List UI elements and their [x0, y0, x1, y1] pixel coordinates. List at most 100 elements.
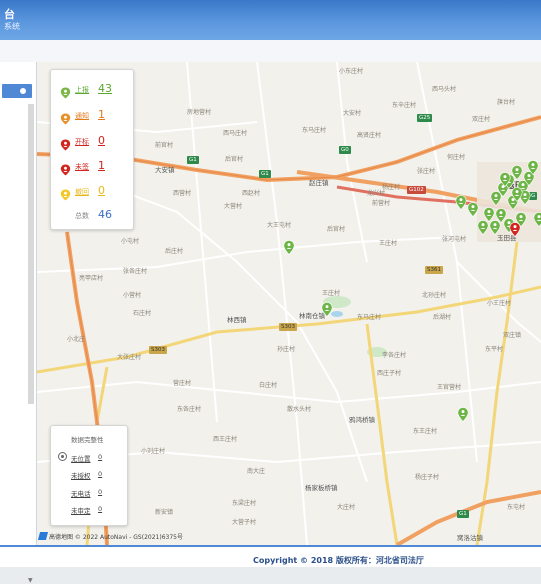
map-label: 西马头村: [432, 86, 457, 93]
map-provider-logo-icon: [37, 532, 49, 540]
map-label: 孙庄村: [277, 346, 296, 353]
road-shield: S361: [425, 266, 443, 274]
status-row[interactable]: 开标 0: [51, 134, 133, 151]
status-label: 未签: [75, 163, 89, 171]
location-marker[interactable]: [511, 187, 523, 202]
map-attribution: 高德地图 © 2022 AutoNavi - GS(2021)6375号: [37, 532, 183, 541]
status-row[interactable]: 上报 43: [51, 82, 133, 99]
map-label: 前官村: [155, 142, 174, 149]
road-shield: G0: [339, 146, 351, 154]
integrity-row[interactable]: 无电话 0: [51, 488, 127, 500]
map-label: 林西镇: [227, 316, 247, 324]
map-label: 石庄村: [133, 310, 152, 317]
map-label: 李各庄村: [382, 352, 407, 359]
app-header: 台 系统: [0, 0, 541, 40]
status-count[interactable]: 1: [98, 108, 105, 121]
sidebar-panel: ▼: [0, 62, 37, 584]
location-marker[interactable]: [489, 220, 501, 235]
map-label: 东梁庄村: [232, 500, 257, 507]
map-label: 南大庄: [247, 468, 266, 475]
toolbar-strip: [0, 40, 541, 63]
sidebar-scrollbar[interactable]: [28, 104, 34, 404]
integrity-row[interactable]: 未授权 0: [51, 470, 127, 482]
map-label: 散水头村: [287, 406, 312, 413]
map-pin-icon: [60, 161, 71, 176]
map-pin-icon: [60, 110, 71, 125]
map-label: 王官营村: [437, 384, 462, 391]
location-marker[interactable]: [511, 165, 523, 180]
status-count[interactable]: 1: [98, 159, 105, 172]
map-label: 西庄子村: [377, 370, 402, 377]
integrity-row[interactable]: 未审定 0: [51, 505, 127, 517]
integrity-count[interactable]: 0: [98, 505, 102, 513]
map-label: 亮甲店村: [79, 275, 104, 282]
map-label: 张各庄村: [123, 268, 148, 275]
status-count: 46: [98, 208, 112, 221]
map-label: 东王庄村: [413, 428, 438, 435]
map-label: 东马庄村: [302, 127, 327, 134]
status-row[interactable]: 未签 1: [51, 159, 133, 176]
status-count[interactable]: 43: [98, 82, 112, 95]
data-integrity-panel: 数据完整性 无位置 0 未授权 0 无电话 0 未审定 0: [50, 425, 128, 526]
location-marker[interactable]: [477, 220, 489, 235]
map-label: 西王庄村: [213, 436, 238, 443]
map-label: 房地营村: [187, 109, 212, 116]
road-shield: S303: [279, 323, 297, 331]
map-label: 大营村: [224, 203, 243, 210]
map-label: 东辛庄村: [392, 102, 417, 109]
status-row[interactable]: 通知 1: [51, 108, 133, 125]
integrity-label: 无位置: [71, 455, 91, 463]
status-label: 上报: [75, 86, 89, 94]
status-label: 撤回: [75, 188, 89, 196]
integrity-label: 未授权: [71, 472, 91, 480]
map-label: 旗台村: [497, 99, 516, 106]
location-marker[interactable]: [509, 222, 521, 237]
integrity-count[interactable]: 0: [98, 488, 102, 496]
integrity-label: 未审定: [71, 507, 91, 515]
integrity-row[interactable]: 无位置 0: [51, 452, 127, 465]
map-label: 西赵村: [242, 190, 261, 197]
location-marker[interactable]: [457, 407, 469, 422]
sidebar-selected-item[interactable]: [2, 84, 32, 98]
status-row[interactable]: 撤回 0: [51, 184, 133, 201]
map-label: 窝洛沽镇: [457, 534, 483, 542]
location-marker[interactable]: [283, 240, 295, 255]
radio-icon[interactable]: [58, 452, 67, 461]
map-label: 杨家板桥镇: [305, 484, 338, 492]
map-label: 王庄村: [379, 240, 398, 247]
location-marker[interactable]: [455, 195, 467, 210]
location-marker[interactable]: [467, 202, 479, 217]
map-label: 后官村: [225, 156, 244, 163]
integrity-count[interactable]: 0: [98, 470, 102, 478]
road-shield: G1: [187, 156, 199, 164]
map-label: 后湖村: [433, 314, 452, 321]
map-label: 大安村: [343, 110, 362, 117]
integrity-count[interactable]: 0: [98, 453, 102, 461]
location-marker[interactable]: [527, 160, 539, 175]
map-pin-icon: [60, 186, 71, 201]
map-label: 何庄村: [447, 154, 466, 161]
map-label: 小北庄: [67, 336, 86, 343]
status-label: 通知: [75, 112, 89, 120]
integrity-title: 数据完整性: [71, 436, 104, 444]
location-marker[interactable]: [533, 212, 541, 227]
status-count[interactable]: 0: [98, 184, 105, 197]
map-label: 东各庄村: [177, 406, 202, 413]
map-label: 小屯村: [121, 238, 140, 245]
map-label: 白庄村: [259, 382, 278, 389]
status-count[interactable]: 0: [98, 134, 105, 147]
map-label: 营庄村: [173, 380, 192, 387]
status-label: 开标: [75, 138, 89, 146]
status-row: 总数 46: [51, 208, 133, 224]
map-label: 大张庄村: [117, 354, 142, 361]
location-marker[interactable]: [321, 302, 333, 317]
copyright-text: Copyright © 2018 版权所有：河北省司法厅: [253, 556, 424, 565]
location-marker[interactable]: [499, 172, 511, 187]
scroll-down-arrow-icon[interactable]: ▼: [28, 577, 33, 584]
map-label: 杨庄村: [382, 184, 401, 191]
road-shield: G102: [407, 186, 426, 194]
map-label: 西马庄村: [223, 130, 248, 137]
road-shield: G1: [259, 170, 271, 178]
map-label: 双庄镇: [503, 332, 522, 339]
map-label: 小营村: [123, 292, 142, 299]
